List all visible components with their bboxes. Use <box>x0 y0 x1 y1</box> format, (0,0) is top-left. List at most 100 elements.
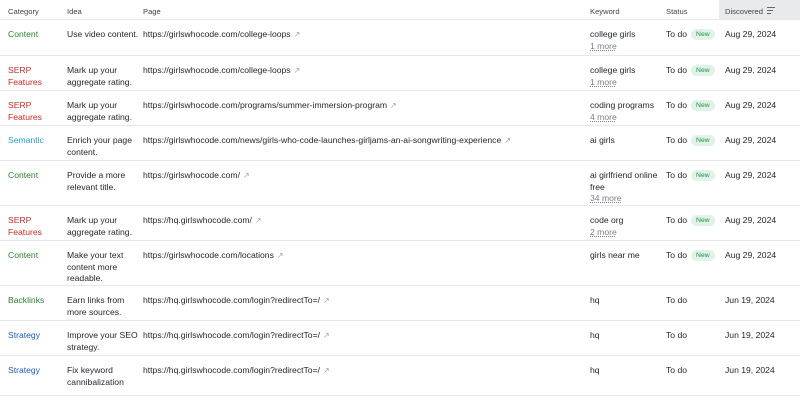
status-group: To do <box>666 295 719 307</box>
external-link-icon[interactable]: ↗ <box>243 170 250 182</box>
column-header-discovered-label: Discovered <box>725 7 763 16</box>
page-cell: https://hq.girlswhocode.com/↗ <box>143 206 590 240</box>
more-keywords-link[interactable]: 4 more <box>590 112 666 124</box>
status-text[interactable]: To do <box>666 135 687 147</box>
keyword-cell: college girls 1 more <box>590 20 666 55</box>
external-link-icon[interactable]: ↗ <box>294 65 301 77</box>
idea-text: Use video content. <box>67 29 139 39</box>
table-row[interactable]: Backlinks Earn links from more sources. ht… <box>0 286 800 321</box>
category-label: Content <box>8 29 39 39</box>
page-cell: https://girlswhocode.com/news/girls-who-… <box>143 126 590 160</box>
page-cell: https://girlswhocode.com/locations ↗ <box>143 241 590 285</box>
sort-descending-icon[interactable] <box>766 7 775 14</box>
new-badge: New <box>691 170 715 182</box>
table-body: Content Use video content. https://girlswh… <box>0 20 800 396</box>
table-row[interactable]: SERP Features Mark up your aggregate rati… <box>0 91 800 126</box>
column-header-discovered[interactable]: Discovered <box>719 0 800 19</box>
table-row[interactable]: Content Make your text content more reada… <box>0 241 800 286</box>
page-link[interactable]: https://girlswhocode.com/college-loops <box>143 29 291 39</box>
page-link[interactable]: https://hq.girlswhocode.com/ <box>143 215 252 225</box>
keyword-text: girls near me <box>590 250 640 260</box>
status-text[interactable]: To do <box>666 100 687 112</box>
column-header-keyword[interactable]: Keyword <box>590 0 666 19</box>
table-row[interactable]: Content Provide a more relevant title. htt… <box>0 161 800 206</box>
page-link[interactable]: https://girlswhocode.com/ <box>143 170 240 180</box>
column-header-category[interactable]: Category <box>0 0 67 19</box>
status-group: To do New <box>666 29 719 41</box>
discovered-date: Aug 29, 2024 <box>725 215 777 225</box>
discovered-date: Aug 29, 2024 <box>725 135 777 145</box>
page-link[interactable]: https://girlswhocode.com/locations <box>143 250 274 260</box>
table-row[interactable]: SERP Features Mark up your aggregate rati… <box>0 206 800 241</box>
status-text[interactable]: To do <box>666 65 687 77</box>
category-label: Semantic <box>8 135 44 145</box>
page-link[interactable]: https://girlswhocode.com/programs/summer… <box>143 100 387 110</box>
external-link-icon[interactable]: ↗ <box>255 215 262 227</box>
discovered-date: Aug 29, 2024 <box>725 65 777 75</box>
keyword-text: hq <box>590 330 600 340</box>
status-text[interactable]: To do <box>666 29 687 41</box>
keyword-text: hq <box>590 365 600 375</box>
page-cell: https://girlswhocode.com/programs/summer… <box>143 91 590 125</box>
page-cell: https://girlswhocode.com/↗ <box>143 161 590 205</box>
keyword-text: code org <box>590 215 624 225</box>
status-group: To do <box>666 365 719 377</box>
column-header-page[interactable]: Page <box>143 0 590 19</box>
status-cell: To do New <box>666 206 719 240</box>
idea-text: Mark up your aggregate rating. <box>67 65 132 87</box>
column-header-idea[interactable]: Idea <box>67 0 143 19</box>
keyword-text: ai girls <box>590 135 615 145</box>
external-link-icon[interactable]: ↗ <box>504 135 511 147</box>
page-link[interactable]: https://hq.girlswhocode.com/login?redire… <box>143 365 320 375</box>
keyword-cell: college girls 1 more <box>590 56 666 90</box>
table-row[interactable]: Strategy Fix keyword cannibalization https… <box>0 356 800 396</box>
category-label: Backlinks <box>8 295 45 305</box>
external-link-icon[interactable]: ↗ <box>294 29 301 41</box>
table-row[interactable]: Strategy Improve your SEO strategy. https:… <box>0 321 800 356</box>
more-keywords-link[interactable]: 34 more <box>590 193 666 205</box>
column-header-status[interactable]: Status <box>666 0 719 19</box>
external-link-icon[interactable]: ↗ <box>390 100 397 112</box>
keyword-text: college girls <box>590 65 636 75</box>
external-link-icon[interactable]: ↗ <box>323 330 330 342</box>
idea-text: Improve your SEO strategy. <box>67 330 138 352</box>
table-row[interactable]: Semantic Enrich your page content. https:/… <box>0 126 800 161</box>
new-badge: New <box>691 215 715 227</box>
page-link[interactable]: https://hq.girlswhocode.com/login?redire… <box>143 295 320 305</box>
more-keywords-link[interactable]: 1 more <box>590 77 666 89</box>
ideas-table: Category Idea Page Keyword Status Discov… <box>0 0 800 396</box>
table-row[interactable]: Content Use video content. https://girlswh… <box>0 20 800 56</box>
more-keywords-link[interactable]: 1 more <box>590 41 666 53</box>
keyword-cell: ai girls <box>590 126 666 160</box>
status-text[interactable]: To do <box>666 250 687 262</box>
category-label: SERP Features <box>8 65 42 87</box>
page-link[interactable]: https://hq.girlswhocode.com/login?redire… <box>143 330 320 340</box>
keyword-cell: ai girlfriend online free 34 more <box>590 161 666 205</box>
status-text[interactable]: To do <box>666 215 687 227</box>
status-group: To do New <box>666 100 719 112</box>
external-link-icon[interactable]: ↗ <box>323 365 330 377</box>
external-link-icon[interactable]: ↗ <box>323 295 330 307</box>
more-keywords-link[interactable]: 2 more <box>590 227 666 239</box>
page-link[interactable]: https://girlswhocode.com/college-loops <box>143 65 291 75</box>
category-label: Content <box>8 250 39 260</box>
idea-text: Enrich your page content. <box>67 135 132 157</box>
category-label: SERP Features <box>8 100 42 122</box>
discovered-date: Aug 29, 2024 <box>725 170 777 180</box>
discovered-date: Aug 29, 2024 <box>725 29 777 39</box>
status-text[interactable]: To do <box>666 330 687 342</box>
new-badge: New <box>691 29 715 41</box>
discovered-date: Jun 19, 2024 <box>725 295 775 305</box>
discovered-date: Jun 19, 2024 <box>725 365 775 375</box>
status-text[interactable]: To do <box>666 170 687 182</box>
keyword-text: coding programs <box>590 100 655 110</box>
status-cell: To do New <box>666 56 719 90</box>
status-group: To do New <box>666 250 719 262</box>
status-group: To do New <box>666 135 719 147</box>
status-text[interactable]: To do <box>666 365 687 377</box>
external-link-icon[interactable]: ↗ <box>277 250 284 262</box>
new-badge: New <box>691 100 715 112</box>
status-text[interactable]: To do <box>666 295 687 307</box>
table-row[interactable]: SERP Features Mark up your aggregate rati… <box>0 56 800 91</box>
page-link[interactable]: https://girlswhocode.com/news/girls-who-… <box>143 135 501 145</box>
